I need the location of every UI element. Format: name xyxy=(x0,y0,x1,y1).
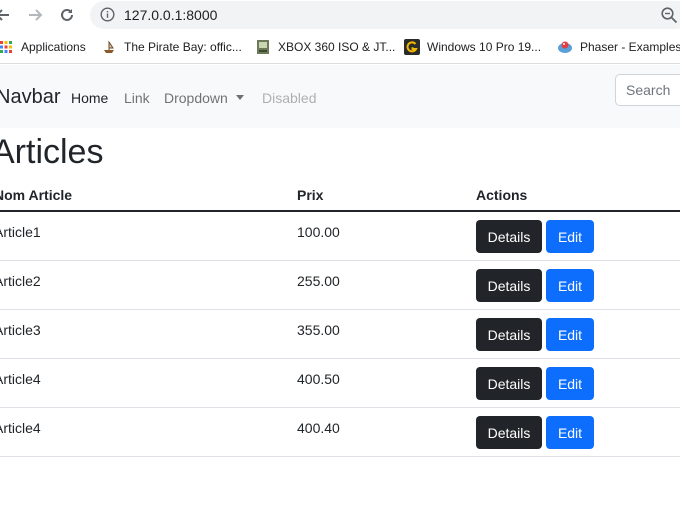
caret-down-icon xyxy=(235,95,244,100)
details-button[interactable]: Details xyxy=(476,220,542,253)
g-site-icon xyxy=(404,39,420,55)
details-button[interactable]: Details xyxy=(476,367,542,400)
back-arrow-icon[interactable] xyxy=(0,4,14,26)
navbar-brand[interactable]: Navbar xyxy=(0,86,60,109)
column-header-price: Prix xyxy=(297,187,324,203)
info-icon[interactable] xyxy=(100,7,115,22)
nav-home[interactable]: Home xyxy=(71,90,108,106)
column-header-name: Nom Article xyxy=(0,187,73,203)
edit-button[interactable]: Edit xyxy=(546,416,594,449)
bookmark-label: Applications xyxy=(21,40,86,54)
phaser-icon xyxy=(557,39,573,55)
edit-button[interactable]: Edit xyxy=(546,367,594,400)
forward-arrow-icon[interactable] xyxy=(24,4,46,26)
bookmark-label: XBOX 360 ISO & JT... xyxy=(278,40,396,54)
zoom-icon[interactable] xyxy=(660,6,678,24)
article-name: Article3 xyxy=(0,322,41,338)
details-button[interactable]: Details xyxy=(476,416,542,449)
table-row: Article4 400.50 Details Edit xyxy=(0,359,680,408)
pirate-ship-icon xyxy=(101,39,117,55)
article-price: 400.40 xyxy=(297,420,340,436)
nav-disabled: Disabled xyxy=(262,90,317,106)
bookmarks-bar: Applications The Pirate Bay: offic... XB… xyxy=(0,30,680,64)
article-name: Article4 xyxy=(0,371,41,387)
column-header-actions: Actions xyxy=(476,187,528,203)
page-title: Articles xyxy=(0,133,104,171)
bookmark-applications[interactable]: Applications xyxy=(0,39,86,55)
article-price: 255.00 xyxy=(297,273,340,289)
search-input[interactable] xyxy=(615,74,680,106)
nav-dropdown[interactable]: Dropdown xyxy=(164,90,244,106)
article-name: Article2 xyxy=(0,273,41,289)
table-row: Article1 100.00 Details Edit xyxy=(0,212,680,261)
article-price: 100.00 xyxy=(297,224,340,240)
table-row: Article3 355.00 Details Edit xyxy=(0,310,680,359)
edit-button[interactable]: Edit xyxy=(546,220,594,253)
table-row: Article2 255.00 Details Edit xyxy=(0,261,680,310)
bookmark-phaser[interactable]: Phaser - Examples xyxy=(557,39,680,55)
browser-toolbar: 127.0.0.1:8000 xyxy=(0,0,680,30)
nav-link[interactable]: Link xyxy=(124,90,150,106)
reload-icon[interactable] xyxy=(56,4,78,26)
xbox-site-icon xyxy=(255,39,271,55)
bookmark-xbox-iso[interactable]: XBOX 360 ISO & JT... xyxy=(255,39,395,55)
table-row: Article4 400.40 Details Edit xyxy=(0,408,680,457)
edit-button[interactable]: Edit xyxy=(546,318,594,351)
nav-dropdown-label: Dropdown xyxy=(164,90,228,106)
bookmark-label: The Pirate Bay: offic... xyxy=(124,40,242,54)
article-name: Article1 xyxy=(0,224,41,240)
details-button[interactable]: Details xyxy=(476,269,542,302)
article-name: Article4 xyxy=(0,420,41,436)
details-button[interactable]: Details xyxy=(476,318,542,351)
edit-button[interactable]: Edit xyxy=(546,269,594,302)
bookmark-windows-10[interactable]: Windows 10 Pro 19... xyxy=(404,39,541,55)
apps-grid-icon xyxy=(0,39,14,55)
bookmark-label: Windows 10 Pro 19... xyxy=(427,40,542,54)
article-price: 355.00 xyxy=(297,322,340,338)
article-price: 400.50 xyxy=(297,371,340,387)
bookmark-label: Phaser - Examples xyxy=(580,40,680,54)
address-url[interactable]: 127.0.0.1:8000 xyxy=(124,7,217,23)
bookmark-pirate-bay[interactable]: The Pirate Bay: offic... xyxy=(101,39,242,55)
